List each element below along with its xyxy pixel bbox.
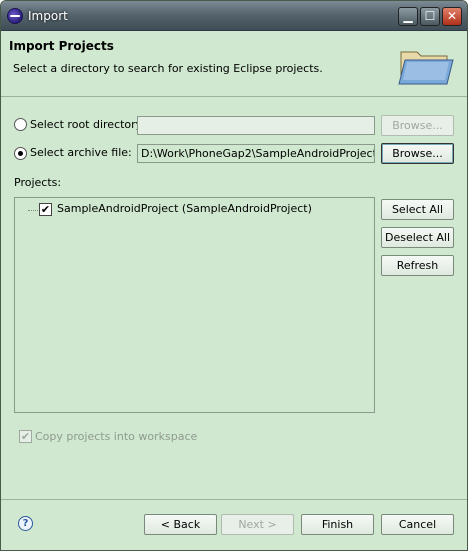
footer-separator (1, 499, 467, 500)
root-directory-label: Select root directory: (30, 118, 146, 131)
next-button[interactable]: Next > (221, 514, 294, 535)
archive-file-radio[interactable] (14, 147, 27, 160)
page-title: Import Projects (9, 39, 114, 53)
close-icon: ✕ (446, 9, 458, 23)
browse-archive-button[interactable]: Browse... (381, 143, 454, 164)
archive-file-label: Select archive file: (30, 146, 132, 159)
wizard-header: Import Projects Select a directory to se… (1, 32, 467, 97)
minimize-icon: ▁ (403, 9, 413, 23)
close-button[interactable]: ✕ (442, 7, 462, 26)
window-title: Import (28, 9, 68, 23)
maximize-icon: ☐ (424, 9, 436, 23)
refresh-button[interactable]: Refresh (381, 255, 454, 276)
title-bar[interactable]: Import ▁ ☐ ✕ (1, 1, 467, 31)
folder-icon (398, 51, 454, 85)
cancel-button[interactable]: Cancel (381, 514, 454, 535)
eclipse-icon (7, 8, 23, 24)
back-button[interactable]: < Back (144, 514, 217, 535)
page-description: Select a directory to search for existin… (13, 62, 323, 75)
project-item-label[interactable]: SampleAndroidProject (SampleAndroidProje… (57, 202, 312, 215)
maximize-button[interactable]: ☐ (420, 7, 440, 26)
browse-root-button[interactable]: Browse... (381, 115, 454, 136)
project-checkbox[interactable]: ✔ (39, 203, 52, 216)
root-directory-field[interactable] (137, 116, 375, 135)
archive-file-field[interactable]: D:\Work\PhoneGap2\SampleAndroidProject.z… (137, 144, 375, 163)
help-icon[interactable]: ? (18, 516, 33, 531)
import-dialog: Import ▁ ☐ ✕ Import Projects Select a di… (0, 0, 468, 551)
root-directory-radio[interactable] (14, 118, 27, 131)
projects-list[interactable]: ✔ SampleAndroidProject (SampleAndroidPro… (14, 197, 375, 413)
deselect-all-button[interactable]: Deselect All (381, 227, 454, 248)
copy-projects-label: Copy projects into workspace (35, 430, 198, 443)
copy-projects-checkbox[interactable]: ✔ (19, 430, 32, 443)
select-all-button[interactable]: Select All (381, 199, 454, 220)
finish-button[interactable]: Finish (301, 514, 374, 535)
minimize-button[interactable]: ▁ (398, 7, 418, 26)
tree-connector (28, 210, 38, 211)
projects-label: Projects: (14, 176, 62, 189)
